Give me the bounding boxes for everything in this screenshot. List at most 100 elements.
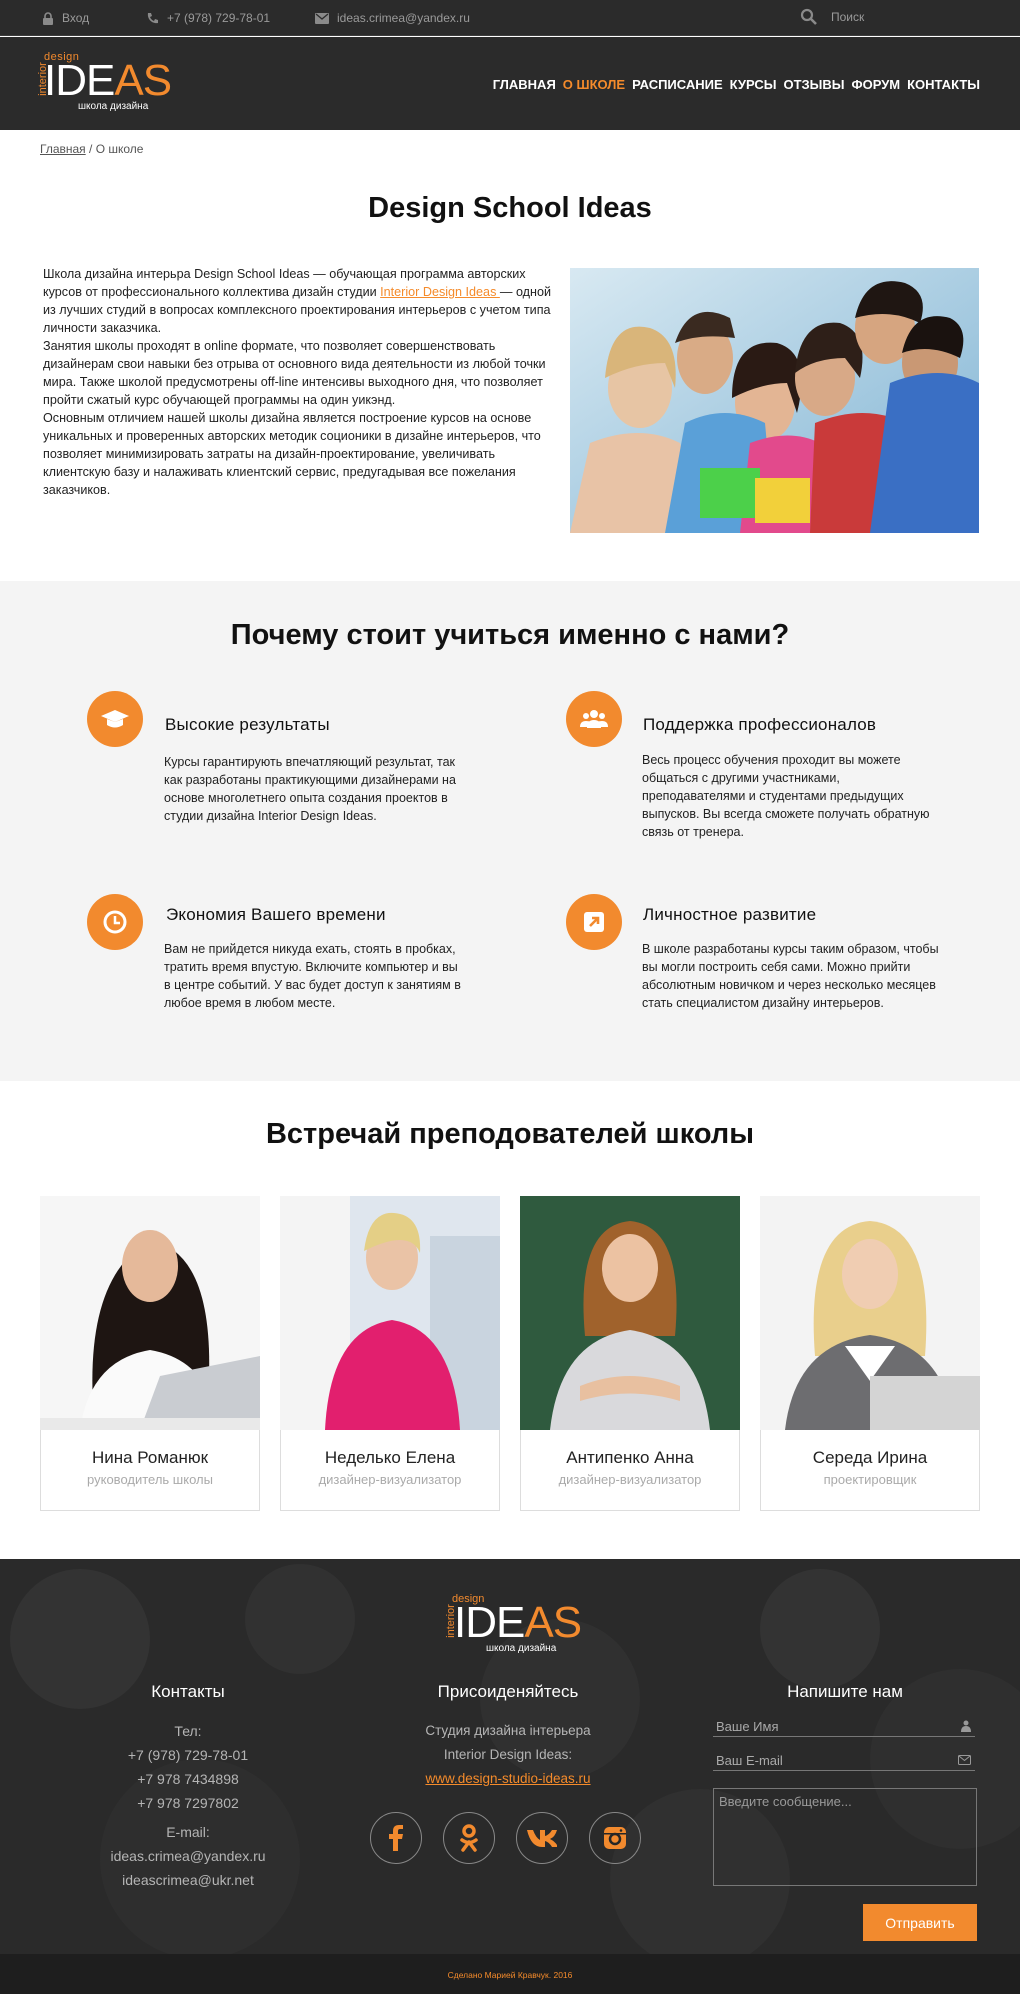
teacher-card[interactable]: Нина Романюк руководитель школы [40, 1196, 260, 1511]
nav-item-schedule[interactable]: РАСПИСАНИЕ [632, 77, 723, 92]
facebook-button[interactable] [370, 1812, 422, 1864]
teacher-photo [760, 1196, 980, 1430]
email-field-placeholder: Ваш E-mail [716, 1753, 783, 1768]
feature-time-text: Вам не прийдется никуда ехать, стоять в … [164, 942, 461, 1010]
intro-paragraph-2: Занятия школы проходят в online формате,… [43, 339, 546, 407]
arrow-up-right-icon [584, 912, 604, 932]
search-input[interactable]: Поиск [831, 10, 864, 24]
phone-icon [147, 12, 158, 23]
feature-results-text: Курсы гарантирують впечатляющий результа… [164, 755, 456, 823]
footer-phone[interactable]: +7 (978) 729-78-01 [88, 1743, 288, 1767]
teacher-info: Антипенко Анна дизайнер-визуализатор [520, 1430, 740, 1511]
search-box[interactable]: Поиск [800, 8, 864, 25]
feature-growth-title: Личностное развитие [643, 905, 817, 924]
email-label: E-mail: [166, 1824, 210, 1840]
feature-growth-text: В школе разработаны курсы таким образом,… [642, 942, 939, 1010]
teacher-role: дизайнер-визуализатор [318, 1472, 462, 1487]
teacher-photo [280, 1196, 500, 1430]
clock-icon [103, 910, 127, 934]
nav-item-about[interactable]: О ШКОЛЕ [563, 77, 625, 92]
nav-item-forum[interactable]: ФОРУМ [852, 77, 901, 92]
topbar-email[interactable]: ideas.crimea@yandex.ru [315, 11, 470, 25]
name-field[interactable]: Ваше Имя [713, 1715, 975, 1737]
main-nav: ГЛАВНАЯ О ШКОЛЕ РАСПИСАНИЕ КУРСЫ ОТЗЫВЫ … [493, 77, 980, 92]
message-placeholder: Введите сообщение... [719, 1794, 852, 1809]
message-textarea[interactable]: Введите сообщение... [713, 1788, 977, 1886]
feature-time-title: Экономия Вашего времени [166, 905, 386, 924]
instagram-icon [604, 1827, 626, 1849]
teacher-card[interactable]: Неделько Елена дизайнер-визуализатор [280, 1196, 500, 1511]
nav-item-contacts[interactable]: КОНТАКТЫ [907, 77, 980, 92]
teacher-info: Неделько Елена дизайнер-визуализатор [280, 1430, 500, 1511]
phone-text: +7 (978) 729-78-01 [167, 11, 271, 25]
site-header: design interior IDEAS школа дизайна ГЛАВ… [0, 37, 1020, 130]
name-field-placeholder: Ваше Имя [716, 1719, 779, 1734]
top-bar: Вход +7 (978) 729-78-01 ideas.crimea@yan… [0, 0, 1020, 36]
students-illustration [570, 268, 979, 533]
teacher-role: руководитель школы [87, 1472, 213, 1487]
email-text: ideas.crimea@yandex.ru [337, 11, 470, 25]
teacher-name: Антипенко Анна [566, 1448, 694, 1467]
login-link[interactable]: Вход [42, 11, 89, 25]
breadcrumb: Главная / О школе [40, 142, 143, 156]
submit-button[interactable]: Отправить [863, 1904, 977, 1941]
why-us-title: Почему стоит учиться именно с нами? [230, 619, 790, 651]
footer-phone[interactable]: +7 978 7434898 [88, 1767, 288, 1791]
footer-phone[interactable]: +7 978 7297802 [88, 1791, 288, 1815]
teacher-name: Середа Ирина [812, 1448, 928, 1467]
copyright-text: Сделано Марией Кравчук. 2016 [447, 1970, 573, 1980]
teacher-name: Неделько Елена [324, 1448, 456, 1467]
studio-link[interactable]: Interior Design Ideas [380, 285, 500, 299]
login-label: Вход [62, 11, 90, 25]
site-footer: design interior IDEAS школа дизайна Конт… [0, 1559, 1020, 1954]
footer-email[interactable]: ideascrimea@ukr.net [88, 1868, 288, 1892]
teacher-card[interactable]: Середа Ирина проектировщик [760, 1196, 980, 1511]
why-us-section: Почему стоит учиться именно с нами? Высо… [0, 581, 1020, 1081]
instagram-button[interactable] [589, 1812, 641, 1864]
footer-logo[interactable]: design interior IDEAS школа дизайна [445, 1593, 588, 1657]
vk-button[interactable] [516, 1812, 568, 1864]
vk-icon [527, 1830, 557, 1847]
feature-support-text: Весь процесс обучения проходит вы можете… [642, 753, 930, 839]
nav-item-home[interactable]: ГЛАВНАЯ [493, 77, 556, 92]
topbar-phone[interactable]: +7 (978) 729-78-01 [146, 11, 270, 25]
teacher-role: дизайнер-визуализатор [558, 1472, 702, 1487]
students-photo [570, 268, 979, 533]
footer-contacts: Тел: +7 (978) 729-78-01 +7 978 7434898 +… [88, 1719, 288, 1892]
teacher-photo [520, 1196, 740, 1430]
breadcrumb-separator: / [85, 142, 96, 156]
footer-join: Студия дизайна інтерьера Interior Design… [393, 1719, 623, 1791]
copyright-bar: Сделано Марией Кравчук. 2016 [0, 1954, 1020, 1994]
logo-subtitle: школа дизайна [78, 101, 149, 112]
users-icon [580, 710, 608, 728]
teacher-name: Нина Романюк [91, 1448, 209, 1467]
email-field[interactable]: Ваш E-mail [713, 1749, 975, 1771]
search-icon [800, 8, 817, 25]
footer-logo-subtitle: школа дизайна [486, 1643, 557, 1654]
graduation-cap-icon [101, 710, 129, 728]
logo[interactable]: design interior IDEAS школа дизайна [37, 51, 180, 115]
feature-growth-badge [566, 894, 622, 950]
odnoklassniki-icon [460, 1824, 478, 1852]
studio-line-2: Interior Design Ideas: [443, 1747, 573, 1762]
teacher-info: Нина Романюк руководитель школы [40, 1430, 260, 1511]
teachers-title: Встречай преподователей школы [265, 1118, 754, 1150]
logo-ideas-text: IDEAS [44, 56, 172, 105]
intro-paragraph-3: Основным отличием нашей школы дизайна яв… [43, 411, 541, 497]
teacher-info: Середа Ирина проектировщик [760, 1430, 980, 1511]
footer-email[interactable]: ideas.crimea@yandex.ru [88, 1844, 288, 1868]
facebook-icon [389, 1825, 403, 1851]
teacher-card[interactable]: Антипенко Анна дизайнер-визуализатор [520, 1196, 740, 1511]
footer-logo-ideas: IDEAS [454, 1598, 582, 1647]
studio-line-1: Студия дизайна інтерьера [425, 1723, 591, 1738]
footer-contacts-title: Контакты [151, 1682, 225, 1701]
teacher-role: проектировщик [823, 1472, 917, 1487]
breadcrumb-home-link[interactable]: Главная [40, 142, 86, 156]
nav-item-courses[interactable]: КУРСЫ [730, 77, 777, 92]
nav-item-reviews[interactable]: ОТЗЫВЫ [783, 77, 844, 92]
envelope-icon [958, 1755, 971, 1765]
feature-results-title: Высокие результаты [165, 715, 330, 734]
studio-site-link[interactable]: www.design-studio-ideas.ru [425, 1771, 590, 1786]
feature-time-badge [87, 894, 143, 950]
odnoklassniki-button[interactable] [443, 1812, 495, 1864]
